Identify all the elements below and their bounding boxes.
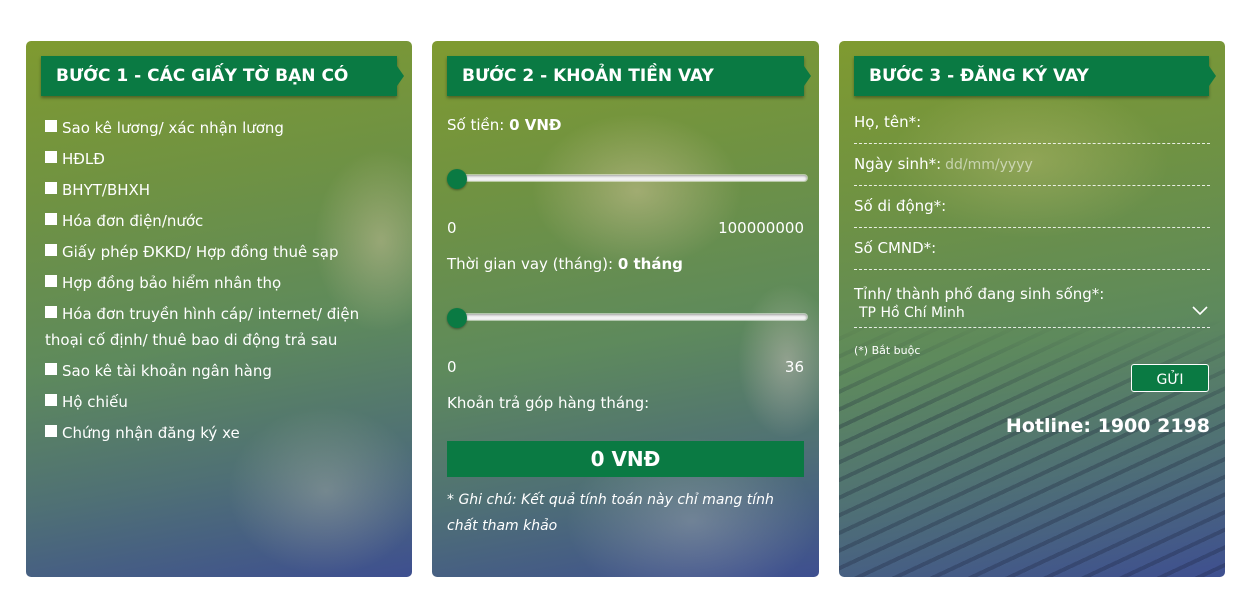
checkbox-icon [45,425,57,437]
chevron-down-icon[interactable] [1192,306,1208,316]
term-value: 0 tháng [617,255,683,273]
calculation-note: * Ghi chú: Kết quả tính toán này chỉ man… [447,492,774,534]
checkbox-icon [45,182,57,194]
name-label: Họ, tên*: [854,113,922,131]
list-item: Sao kê lương/ xác nhận lương [45,115,395,141]
list-item: HĐLĐ [45,146,395,172]
dob-field[interactable]: Ngày sinh*: dd/mm/yyyy [854,155,1210,186]
send-button[interactable]: GỬI [1131,364,1209,392]
phone-field[interactable]: Số di động*: [854,197,1210,228]
step3-title: BƯỚC 3 - ĐĂNG KÝ VAY [854,56,1216,96]
checkbox-icon [45,306,57,318]
documents-list: Sao kê lương/ xác nhận lương HĐLĐ BHYT/B… [45,115,395,451]
city-select[interactable]: Tỉnh/ thành phố đang sinh sống*: TP Hồ C… [854,285,1210,328]
city-value: TP Hồ Chí Minh [859,305,965,321]
list-item: Hóa đơn điện/nước [45,208,395,234]
term-min: 0 [447,358,457,376]
term-label: Thời gian vay (tháng): [447,255,614,273]
step1-title: BƯỚC 1 - CÁC GIẤY TỜ BẠN CÓ [41,56,404,96]
amount-label-row: Số tiền: 0 VNĐ [447,116,561,134]
monthly-label: Khoản trả góp hàng tháng: [447,394,650,412]
list-item: Hộ chiếu [45,389,395,415]
amount-min: 0 [447,219,457,237]
term-slider[interactable] [447,308,807,329]
amount-max: 100000000 [718,219,804,237]
term-label-row: Thời gian vay (tháng): 0 tháng [447,255,683,273]
dob-placeholder: dd/mm/yyyy [945,157,1033,173]
list-item: Chứng nhận đăng ký xe [45,420,395,446]
checkbox-icon [45,244,57,256]
term-slider-track[interactable] [457,314,807,320]
checkbox-icon [45,213,57,225]
id-number-field[interactable]: Số CMND*: [854,239,1210,270]
hotline[interactable]: Hotline: 1900 2198 [1006,415,1210,437]
list-item: Giấy phép ĐKKD/ Hợp đồng thuê sạp [45,239,395,265]
list-item: Hợp đồng bảo hiểm nhân thọ [45,270,395,296]
step2-card: BƯỚC 2 - KHOẢN TIỀN VAY Số tiền: 0 VNĐ 0… [432,41,819,577]
amount-slider-track[interactable] [457,175,807,181]
term-slider-thumb[interactable] [447,308,467,328]
id-number-label: Số CMND*: [854,239,937,257]
required-note: (*) Bắt buộc [854,344,921,357]
amount-slider-thumb[interactable] [447,169,467,189]
checkbox-icon [45,151,57,163]
term-max: 36 [784,358,804,376]
amount-label: Số tiền: [447,116,505,134]
checkbox-icon [45,363,57,375]
amount-slider[interactable] [447,169,807,190]
dob-label: Ngày sinh*: [854,155,942,173]
list-item: Sao kê tài khoản ngân hàng [45,358,395,384]
list-item: Hóa đơn truyền hình cáp/ internet/ điện … [45,305,360,349]
step3-card: BƯỚC 3 - ĐĂNG KÝ VAY Họ, tên*: Ngày sinh… [839,41,1225,577]
step2-title: BƯỚC 2 - KHOẢN TIỀN VAY [447,56,811,96]
name-field[interactable]: Họ, tên*: [854,113,1210,144]
phone-label: Số di động*: [854,197,947,215]
amount-value: 0 VNĐ [509,116,562,134]
checkbox-icon [45,394,57,406]
checkbox-icon [45,275,57,287]
step1-card: BƯỚC 1 - CÁC GIẤY TỜ BẠN CÓ Sao kê lương… [26,41,412,577]
checkbox-icon [45,120,57,132]
city-label: Tỉnh/ thành phố đang sinh sống*: [854,285,1105,303]
list-item: BHYT/BHXH [45,177,395,203]
monthly-result: 0 VNĐ [447,441,804,477]
